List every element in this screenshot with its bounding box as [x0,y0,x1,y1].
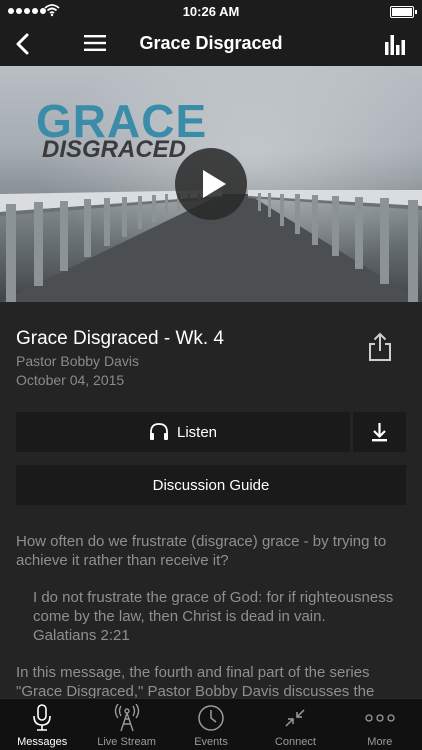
headphones-icon [149,423,168,440]
tab-connect[interactable]: Connect [253,699,337,750]
tab-label: More [367,736,393,748]
message-date: October 04, 2015 [16,372,125,388]
status-time: 10:26 AM [182,4,240,19]
broadcast-tower-icon [114,704,139,732]
series-artwork: GRACE DISGRACED [0,66,422,302]
scripture-reference: Galatians 2:21 [33,627,130,644]
play-button[interactable] [175,148,247,220]
tab-label: Connect [274,736,316,748]
message-title: Grace Disgraced - Wk. 4 [16,328,224,349]
navigation-bar: Grace Disgraced [0,22,422,66]
listen-button[interactable]: Listen [16,412,350,452]
tab-live-stream[interactable]: Live Stream [84,699,168,750]
tab-events[interactable]: Events [169,699,253,750]
message-speaker: Pastor Bobby Davis [16,353,139,369]
share-icon[interactable] [366,332,394,362]
play-icon [203,170,226,198]
tab-label: Live Stream [97,736,156,748]
description-intro: How often do we frustrate (disgrace) gra… [16,533,387,569]
tab-bar: Messages Live Stream Events Connect More [0,698,422,750]
battery-icon [390,6,417,18]
scripture-verse: I do not frustrate the grace of God: for… [33,589,394,625]
page-title: Grace Disgraced [139,33,283,53]
tab-label: Events [194,736,228,748]
media-actions: Listen [16,412,406,452]
status-bar: 10:26 AM [0,0,422,22]
clock-icon [198,705,224,731]
stats-button[interactable] [384,32,408,56]
microphone-icon [33,704,52,731]
listen-label: Listen [176,423,218,441]
tab-more[interactable]: More [338,699,422,750]
discussion-guide-label: Discussion Guide [152,476,270,494]
description-summary: In this message, the fourth and final pa… [16,664,375,700]
more-dots-icon [365,714,395,722]
tab-label: Messages [17,736,68,748]
artwork-title-disgraced: DISGRACED [42,136,187,163]
tab-messages[interactable]: Messages [0,699,84,750]
arrows-in-icon [285,709,305,727]
message-description: How often do we frustrate (disgrace) gra… [16,532,408,700]
download-icon [372,423,387,442]
discussion-guide-button[interactable]: Discussion Guide [16,465,406,505]
download-button[interactable] [353,412,406,452]
